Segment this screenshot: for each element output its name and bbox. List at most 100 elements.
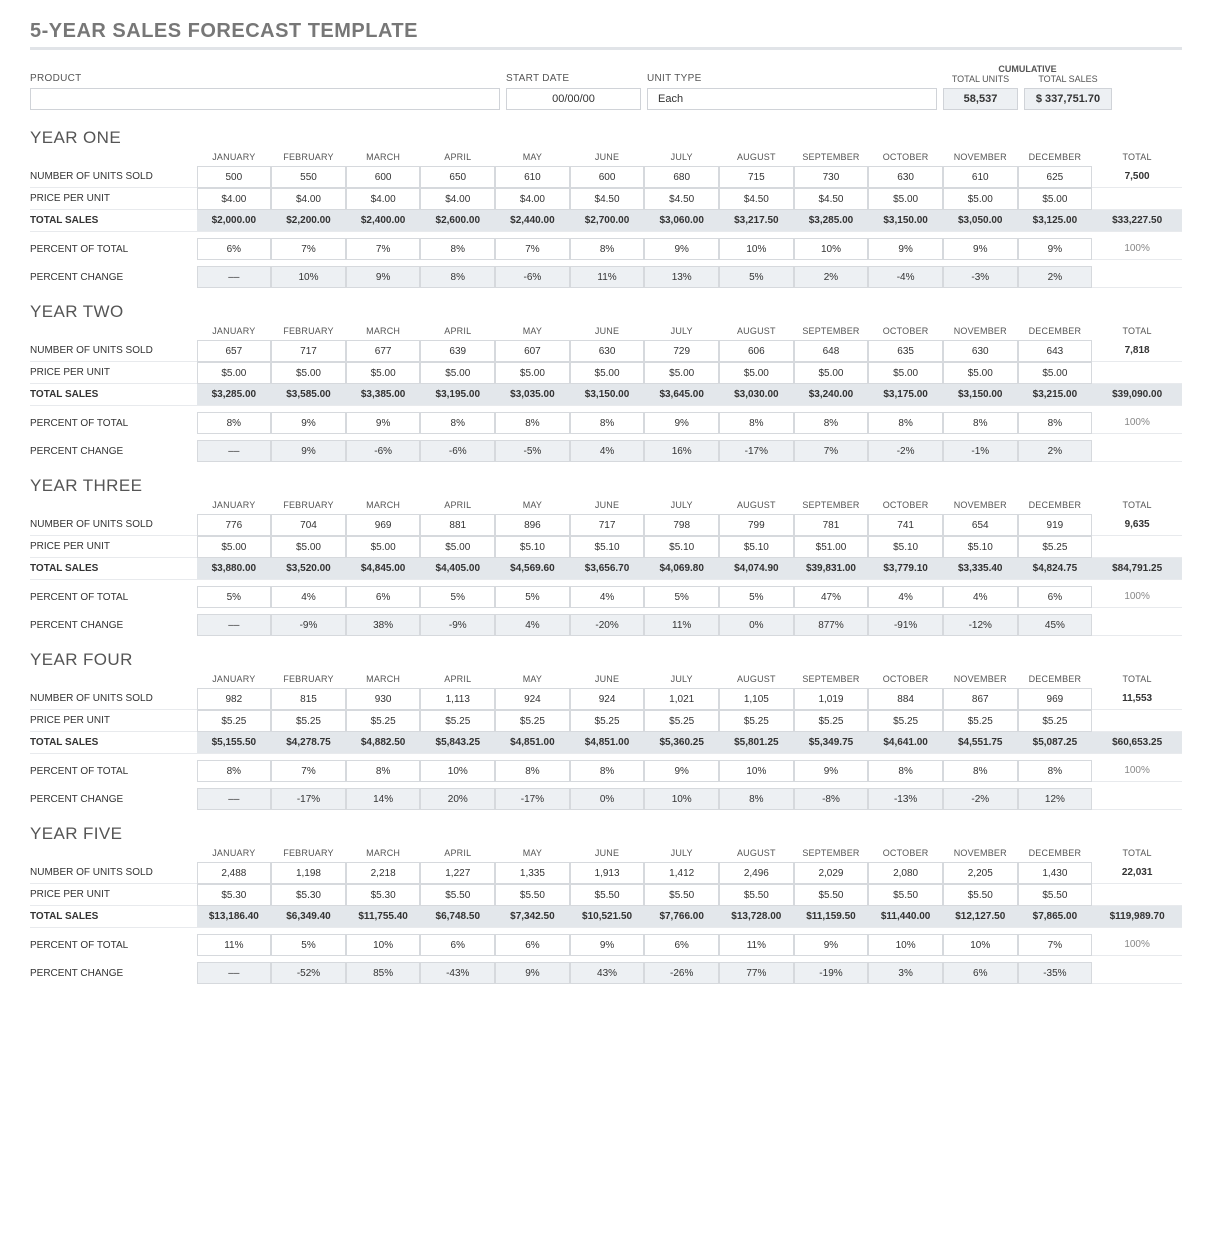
cell[interactable]: $5.25 [868,710,943,732]
cell[interactable]: $4.00 [420,188,495,210]
cell[interactable]: 610 [943,166,1018,188]
cell[interactable]: 607 [495,340,570,362]
cell[interactable]: 881 [420,514,495,536]
cell[interactable]: 635 [868,340,943,362]
cell[interactable]: $5.25 [644,710,719,732]
cell[interactable]: $4.00 [197,188,272,210]
cell[interactable]: $4.50 [570,188,645,210]
cell[interactable]: $5.00 [495,362,570,384]
cell[interactable]: $5.25 [1018,710,1093,732]
cell[interactable]: 500 [197,166,272,188]
cell[interactable]: $5.00 [271,536,346,558]
cell[interactable]: $5.25 [197,710,272,732]
cell[interactable]: 1,913 [570,862,645,884]
cell[interactable]: $5.25 [1018,536,1093,558]
cell[interactable]: 606 [719,340,794,362]
cell[interactable]: 799 [719,514,794,536]
cell[interactable]: 924 [495,688,570,710]
cell[interactable]: $5.10 [719,536,794,558]
cell[interactable]: $5.25 [420,710,495,732]
cell[interactable]: 2,080 [868,862,943,884]
cell[interactable]: 2,029 [794,862,869,884]
cell[interactable]: $5.30 [271,884,346,906]
cell[interactable]: $5.50 [1018,884,1093,906]
cell[interactable]: $5.30 [197,884,272,906]
cell[interactable]: 625 [1018,166,1093,188]
cell[interactable]: $5.25 [570,710,645,732]
cell[interactable]: $4.50 [719,188,794,210]
cell[interactable]: 884 [868,688,943,710]
cell[interactable]: 550 [271,166,346,188]
cell[interactable]: $4.50 [644,188,719,210]
cell[interactable]: 639 [420,340,495,362]
cell[interactable]: $5.10 [644,536,719,558]
cell[interactable]: 648 [794,340,869,362]
cell[interactable]: $5.00 [1018,362,1093,384]
cell[interactable]: $5.00 [943,188,1018,210]
cell[interactable]: 930 [346,688,421,710]
cell[interactable]: 798 [644,514,719,536]
cell[interactable]: 630 [943,340,1018,362]
cell[interactable]: $4.00 [271,188,346,210]
cell[interactable]: 1,227 [420,862,495,884]
cell[interactable]: 982 [197,688,272,710]
product-input[interactable] [30,88,500,110]
cell[interactable]: 2,496 [719,862,794,884]
cell[interactable]: $5.00 [644,362,719,384]
cell[interactable]: 704 [271,514,346,536]
cell[interactable]: $5.10 [943,536,1018,558]
cell[interactable]: 1,335 [495,862,570,884]
cell[interactable]: 643 [1018,340,1093,362]
cell[interactable]: $5.25 [495,710,570,732]
cell[interactable]: $5.00 [346,362,421,384]
cell[interactable]: $5.25 [346,710,421,732]
cell[interactable]: $5.50 [420,884,495,906]
cell[interactable]: $51.00 [794,536,869,558]
cell[interactable]: $5.00 [943,362,1018,384]
cell[interactable]: $5.25 [943,710,1018,732]
cell[interactable]: $5.00 [570,362,645,384]
cell[interactable]: $5.50 [719,884,794,906]
cell[interactable]: 610 [495,166,570,188]
cell[interactable]: 919 [1018,514,1093,536]
cell[interactable]: 2,488 [197,862,272,884]
cell[interactable]: $5.00 [868,362,943,384]
cell[interactable]: 969 [346,514,421,536]
cell[interactable]: 867 [943,688,1018,710]
cell[interactable]: 896 [495,514,570,536]
cell[interactable]: 677 [346,340,421,362]
cell[interactable]: 654 [943,514,1018,536]
cell[interactable]: $5.50 [495,884,570,906]
unit-type-input[interactable]: Each [647,88,937,110]
cell[interactable]: $5.50 [570,884,645,906]
cell[interactable]: $5.00 [794,362,869,384]
cell[interactable]: $5.00 [197,362,272,384]
cell[interactable]: 815 [271,688,346,710]
cell[interactable]: 680 [644,166,719,188]
cell[interactable]: $5.00 [420,362,495,384]
cell[interactable]: 717 [570,514,645,536]
cell[interactable]: $5.00 [197,536,272,558]
cell[interactable]: $5.25 [794,710,869,732]
cell[interactable]: $4.00 [495,188,570,210]
cell[interactable]: $4.00 [346,188,421,210]
cell[interactable]: 924 [570,688,645,710]
cell[interactable]: 969 [1018,688,1093,710]
cell[interactable]: 650 [420,166,495,188]
cell[interactable]: $5.00 [346,536,421,558]
cell[interactable]: 1,019 [794,688,869,710]
cell[interactable]: $5.25 [719,710,794,732]
cell[interactable]: $5.10 [570,536,645,558]
cell[interactable]: $5.00 [868,188,943,210]
cell[interactable]: $5.50 [868,884,943,906]
start-date-input[interactable]: 00/00/00 [506,88,641,110]
cell[interactable]: 1,105 [719,688,794,710]
cell[interactable]: 630 [868,166,943,188]
cell[interactable]: 1,430 [1018,862,1093,884]
cell[interactable]: 630 [570,340,645,362]
cell[interactable]: 657 [197,340,272,362]
cell[interactable]: 729 [644,340,719,362]
cell[interactable]: 730 [794,166,869,188]
cell[interactable]: 717 [271,340,346,362]
cell[interactable]: 600 [346,166,421,188]
